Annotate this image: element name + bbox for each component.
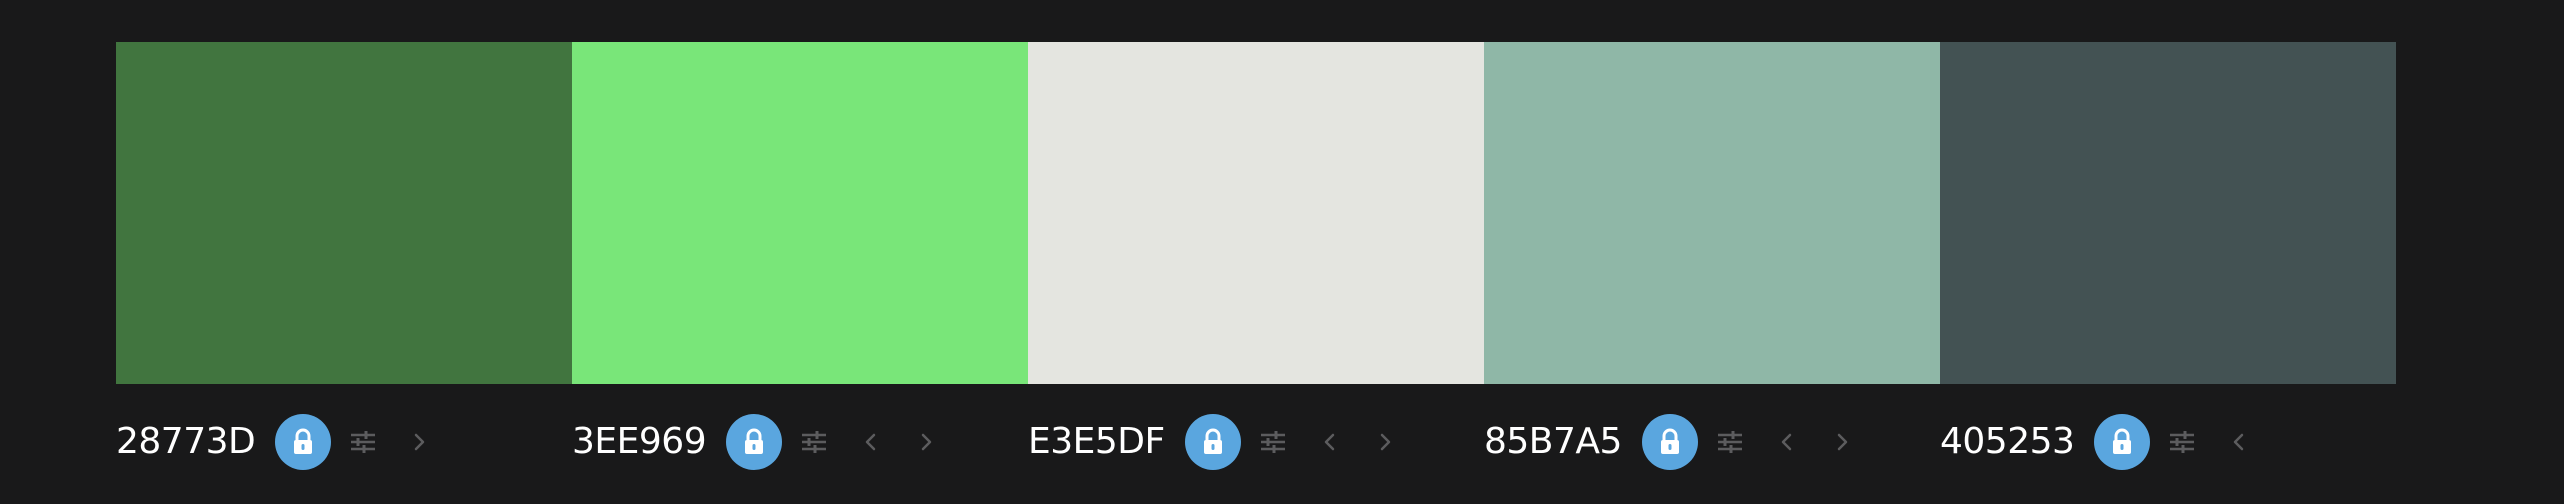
move-right-button[interactable] [1369,426,1401,458]
color-swatch[interactable] [572,42,1028,384]
adjust-color-button[interactable] [2166,426,2198,458]
chevron-left-icon [1316,429,1342,455]
lock-icon [2110,428,2134,456]
color-controls: 3EE969 [572,414,942,470]
hex-code-label[interactable]: 28773D [116,414,256,470]
sliders-icon [349,430,377,454]
move-right-button[interactable] [1826,426,1858,458]
chevron-right-icon [1829,429,1855,455]
sliders-icon [1259,430,1287,454]
palette-controls: 28773D 3EE969 E3E5DF 85B7A5 405253 [116,414,2396,470]
lock-icon [291,428,315,456]
move-left-button[interactable] [2222,426,2254,458]
color-controls: 85B7A5 [1484,414,1858,470]
lock-button[interactable] [1184,414,1241,470]
color-palette [116,42,2396,384]
color-controls: E3E5DF [1028,414,1401,470]
adjust-color-button[interactable] [798,426,830,458]
sliders-icon [800,430,828,454]
adjust-color-button[interactable] [347,426,379,458]
color-swatch[interactable] [1028,42,1484,384]
color-swatch[interactable] [1484,42,1940,384]
color-controls: 405253 [1940,414,2254,470]
lock-button[interactable] [1641,414,1698,470]
chevron-right-icon [913,429,939,455]
move-left-button[interactable] [854,426,886,458]
lock-button[interactable] [275,414,332,470]
lock-button[interactable] [726,414,783,470]
hex-code-label[interactable]: 85B7A5 [1484,414,1622,470]
move-right-button[interactable] [403,426,435,458]
chevron-right-icon [1372,429,1398,455]
chevron-left-icon [2225,429,2251,455]
move-left-button[interactable] [1313,426,1345,458]
lock-icon [1201,428,1225,456]
move-left-button[interactable] [1770,426,1802,458]
chevron-right-icon [406,429,432,455]
color-swatch[interactable] [116,42,572,384]
lock-icon [1658,428,1682,456]
color-controls: 28773D [116,414,435,470]
hex-code-label[interactable]: 405253 [1940,414,2075,470]
sliders-icon [1716,430,1744,454]
chevron-left-icon [1773,429,1799,455]
color-swatch[interactable] [1940,42,2396,384]
adjust-color-button[interactable] [1714,426,1746,458]
hex-code-label[interactable]: 3EE969 [572,414,707,470]
hex-code-label[interactable]: E3E5DF [1028,414,1165,470]
chevron-left-icon [857,429,883,455]
adjust-color-button[interactable] [1257,426,1289,458]
lock-icon [742,428,766,456]
sliders-icon [2168,430,2196,454]
lock-button[interactable] [2094,414,2151,470]
move-right-button[interactable] [910,426,942,458]
